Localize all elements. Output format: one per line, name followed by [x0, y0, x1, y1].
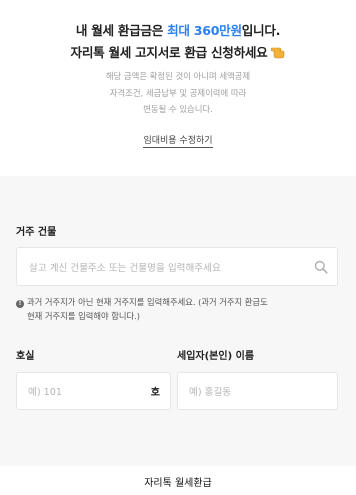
- room-unit-label: 호: [150, 387, 160, 399]
- building-search-input[interactable]: 살고 계신 건물주소 또는 건물명을 입력해주세요: [16, 247, 338, 286]
- room-number-input[interactable]: 예) 101 호: [16, 372, 171, 410]
- info-text-line1: 과거 거주지가 아닌 현재 거주지를 입력해주세요. (과거 거주지 환급도: [27, 297, 268, 307]
- refund-notice: 해당 금액은 확정된 것이 아니며 세액공제 자격조건, 세금납부 및 공제이력…: [58, 68, 298, 118]
- cta-text: 자리톡 월세 고지서로 환급 신청하세요: [70, 45, 268, 60]
- headline-suffix: 입니다.: [241, 23, 281, 38]
- info-icon: !: [16, 300, 24, 308]
- caption-bar: 자리톡 월세환급: [0, 466, 356, 495]
- room-label: 호실: [16, 351, 35, 362]
- tenant-name-input[interactable]: 예) 홍길동: [177, 372, 338, 410]
- tenant-placeholder: 예) 홍길동: [189, 387, 232, 398]
- pointing-hand-icon: [271, 47, 285, 59]
- headline-prefix: 내 월세 환급금은: [75, 23, 168, 38]
- refund-headline: 내 월세 환급금은 최대 360만원입니다.: [0, 20, 356, 39]
- info-text-line2: 현재 거주지를 입력해야 합니다.): [27, 311, 141, 321]
- refund-summary: 내 월세 환급금은 최대 360만원입니다. 자리톡 월세 고지서로 환급 신청…: [0, 0, 356, 176]
- building-placeholder: 살고 계신 건물주소 또는 건물명을 입력해주세요: [29, 262, 221, 274]
- notice-line: 자격조건, 세금납부 및 공제이력에 따라: [109, 87, 247, 98]
- notice-line: 변동될 수 있습니다.: [143, 104, 213, 114]
- section-divider: [0, 176, 356, 204]
- app-caption: 자리톡 월세환급: [144, 478, 212, 489]
- room-placeholder: 예) 101: [28, 387, 62, 398]
- edit-rent-cost-link[interactable]: 임대비용 수정하기: [143, 136, 213, 148]
- search-icon[interactable]: [314, 260, 328, 274]
- address-form: [0, 204, 356, 466]
- tenant-name-label: 세입자(본인) 이름: [177, 351, 255, 362]
- refund-amount-highlight: 최대 360만원: [167, 23, 242, 38]
- building-label: 거주 건물: [16, 227, 57, 238]
- notice-line: 해당 금액은 확정된 것이 아니며 세액공제: [105, 71, 251, 81]
- edit-rent-cost-link-wrap: 임대비용 수정하기: [0, 133, 356, 148]
- address-info-note: ! 과거 거주지가 아닌 현재 거주지를 입력해주세요. (과거 거주지 환급도 …: [16, 295, 346, 323]
- refund-cta-headline: 자리톡 월세 고지서로 환급 신청하세요: [0, 42, 356, 61]
